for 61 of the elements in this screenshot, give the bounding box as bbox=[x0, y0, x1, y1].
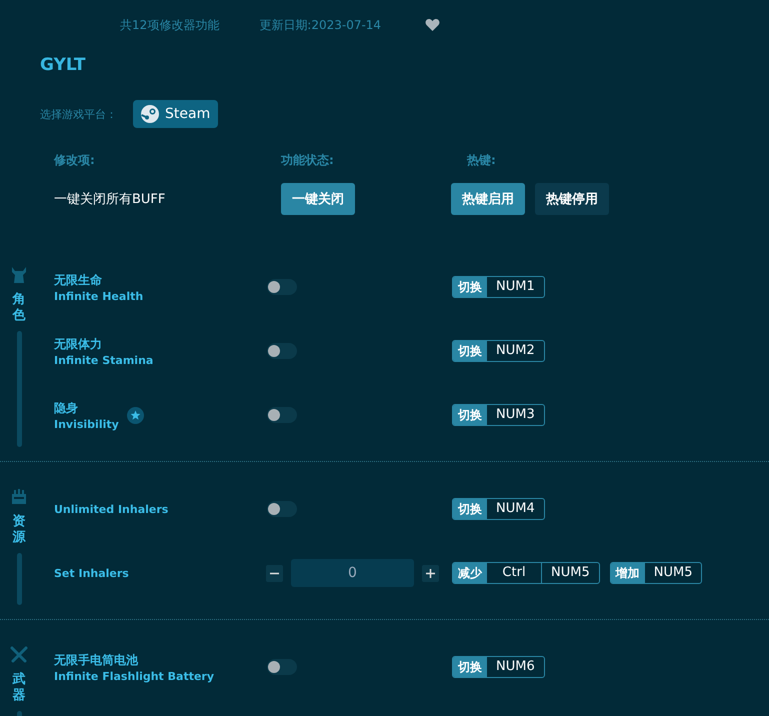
feature-name-english: Infinite Health bbox=[54, 290, 144, 302]
platform-label: 选择游戏平台： bbox=[40, 106, 118, 122]
heart-icon[interactable] bbox=[425, 18, 440, 32]
column-header: 功能状态: bbox=[281, 152, 335, 169]
hotkey-key: NUM3 bbox=[487, 405, 544, 425]
feature-name: 无限生命 bbox=[54, 272, 103, 288]
category-label: 武器 bbox=[12, 672, 26, 704]
feature-name: 无限手电筒电池 bbox=[54, 652, 139, 668]
hotkey-key: NUM1 bbox=[487, 277, 544, 297]
toggle-switch[interactable] bbox=[267, 343, 297, 359]
hotkey-mode-button[interactable]: 热键停用 bbox=[535, 183, 609, 215]
hotkey-chip[interactable]: 增加 NUM5 bbox=[610, 562, 702, 584]
hotkey-chip[interactable]: 切换 NUM3 bbox=[452, 404, 545, 426]
hotkey-action: 切换 bbox=[453, 499, 487, 519]
feature-name-english: Invisibility bbox=[54, 418, 119, 430]
hotkey-action: 切换 bbox=[453, 277, 487, 297]
hotkey-action: 增加 bbox=[610, 563, 645, 583]
category-bar bbox=[16, 552, 22, 605]
toggle-switch[interactable] bbox=[267, 407, 297, 423]
feature-name-english: Set Inhalers bbox=[54, 566, 129, 580]
hotkey-action: 切换 bbox=[453, 405, 487, 425]
toggle-switch[interactable] bbox=[267, 659, 297, 675]
hotkey-key: Ctrl bbox=[487, 563, 541, 583]
feature-name-english: Unlimited Inhalers bbox=[54, 502, 168, 516]
hotkey-key: NUM5 bbox=[541, 563, 599, 583]
close-all-button[interactable]: 一键关闭 bbox=[281, 183, 355, 215]
hotkey-action: 切换 bbox=[453, 341, 487, 361]
feature-name-english: Infinite Stamina bbox=[54, 354, 154, 366]
feature-name: 无限体力 bbox=[54, 336, 103, 352]
update-date: 更新日期:2023-07-14 bbox=[259, 16, 382, 34]
hotkey-key: NUM2 bbox=[487, 341, 544, 361]
column-header: 热键: bbox=[467, 152, 497, 169]
number-field[interactable]: 0 bbox=[291, 559, 414, 587]
plus-button[interactable] bbox=[422, 564, 439, 582]
game-title: GYLT bbox=[39, 54, 87, 76]
hotkey-key: NUM5 bbox=[644, 563, 702, 583]
steam-logo-icon bbox=[141, 105, 159, 123]
minus-button[interactable] bbox=[266, 564, 283, 582]
category-label: 角色 bbox=[12, 292, 26, 324]
toggle-switch[interactable] bbox=[267, 501, 297, 517]
hotkey-mode-button[interactable]: 热键启用 bbox=[451, 183, 525, 215]
hotkey-action: 减少 bbox=[453, 563, 487, 583]
hotkey-key: NUM6 bbox=[487, 657, 544, 677]
hotkey-chip[interactable]: 切换 NUM1 bbox=[452, 276, 545, 298]
feature-count: 共12项修改器功能 bbox=[120, 16, 220, 34]
chest-icon bbox=[10, 488, 28, 506]
column-header: 修改项: bbox=[54, 152, 96, 169]
hotkey-chip[interactable]: 减少 Ctrl NUM5 bbox=[452, 562, 600, 584]
hotkey-action: 切换 bbox=[453, 657, 487, 677]
master-label: 一键关闭所有BUFF bbox=[54, 191, 166, 208]
hotkey-chip[interactable]: 切换 NUM4 bbox=[452, 498, 545, 520]
helmet-icon bbox=[10, 266, 28, 284]
feature-name-english: Infinite Flashlight Battery bbox=[54, 670, 214, 682]
category-label: 资源 bbox=[12, 514, 26, 546]
platform-button[interactable]: Steam bbox=[133, 100, 218, 128]
hotkey-chip[interactable]: 切换 NUM2 bbox=[452, 340, 545, 362]
hotkey-chip[interactable]: 切换 NUM6 bbox=[452, 656, 545, 678]
toggle-switch[interactable] bbox=[267, 279, 297, 295]
plus-icon bbox=[425, 568, 436, 578]
hotkey-key: NUM4 bbox=[487, 499, 544, 519]
feature-name: 隐身 bbox=[54, 400, 79, 416]
